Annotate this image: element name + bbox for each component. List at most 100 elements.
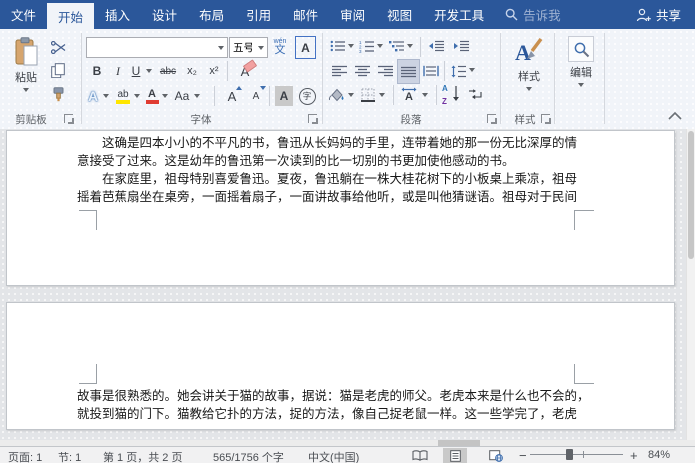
document-text-line: 摇着芭蕉扇坐在桌旁，一面摇着扇子，一面讲故事给他听，或是叫他猜谜语。祖母对于民间: [77, 190, 578, 204]
character-border-button[interactable]: A: [295, 36, 316, 59]
font-size-combo[interactable]: [229, 37, 268, 58]
font-color-button[interactable]: A: [144, 85, 160, 107]
tab-design[interactable]: 设计: [141, 0, 188, 29]
multilevel-dropdown-arrow[interactable]: [407, 44, 413, 48]
multilevel-list-button[interactable]: [388, 36, 405, 56]
styles-button[interactable]: A 样式: [506, 33, 552, 111]
bold-button[interactable]: B: [88, 61, 106, 81]
copy-button[interactable]: [48, 60, 68, 80]
show-hide-marks-button[interactable]: [466, 84, 485, 106]
status-language[interactable]: 中文(中国): [308, 449, 359, 463]
vertical-scrollbar-thumb[interactable]: [688, 131, 694, 259]
character-shading-button[interactable]: A: [275, 86, 293, 106]
phonetic-guide-button[interactable]: wén 文: [269, 34, 291, 60]
underline-button[interactable]: U: [128, 61, 144, 81]
line-spacing-button[interactable]: [450, 60, 468, 82]
tab-home[interactable]: 开始: [47, 3, 95, 29]
zoom-in-button[interactable]: +: [630, 448, 638, 463]
tell-me-box[interactable]: 告诉我: [505, 0, 561, 29]
tab-file[interactable]: 文件: [0, 0, 47, 29]
print-layout-button[interactable]: [443, 448, 467, 463]
shrink-font-button[interactable]: A: [245, 85, 267, 107]
tab-review[interactable]: 审阅: [329, 0, 376, 29]
status-page-of-pages[interactable]: 第 1 页，共 2 页: [103, 449, 182, 463]
subscript-button[interactable]: x₂: [182, 61, 202, 81]
bullets-button[interactable]: [329, 36, 346, 56]
collapse-ribbon-chevron[interactable]: [668, 112, 682, 120]
tab-developer[interactable]: 开发工具: [423, 0, 495, 29]
align-center-button[interactable]: [352, 60, 372, 82]
web-layout-button[interactable]: [489, 450, 503, 463]
cut-button[interactable]: [48, 37, 68, 57]
numbering-dropdown-arrow[interactable]: [377, 44, 383, 48]
font-color-dropdown-arrow[interactable]: [162, 94, 168, 98]
asian-layout-dropdown-arrow[interactable]: [422, 93, 428, 97]
clear-formatting-button[interactable]: A: [233, 59, 258, 82]
grow-font-button[interactable]: A: [221, 85, 243, 107]
tab-references[interactable]: 引用: [235, 0, 282, 29]
crop-mark-top-right: [574, 364, 594, 384]
tab-insert[interactable]: 插入: [94, 0, 141, 29]
zoom-slider-thumb[interactable]: [566, 449, 573, 460]
page-2[interactable]: 故事是很熟悉的。她会讲关于猫的故事，据说：猫是老虎的师父。老虎本来是什么也不会的…: [6, 302, 675, 430]
bullets-dropdown-arrow[interactable]: [348, 44, 354, 48]
asian-layout-button[interactable]: A: [399, 84, 419, 106]
borders-dropdown-arrow[interactable]: [379, 93, 385, 97]
share-label: 共享: [655, 9, 681, 23]
decrease-indent-button[interactable]: [427, 36, 446, 56]
status-page-number[interactable]: 页面: 1: [8, 449, 42, 463]
vertical-scrollbar[interactable]: [686, 129, 695, 440]
distribute-button[interactable]: [421, 60, 441, 82]
editing-button[interactable]: 编辑: [558, 33, 604, 111]
clipboard-dialog-launcher[interactable]: [64, 114, 74, 124]
font-size-input[interactable]: [230, 41, 255, 54]
font-color-glyph: A: [148, 88, 156, 100]
share-button[interactable]: 共享: [636, 0, 681, 29]
borders-button[interactable]: [359, 84, 376, 106]
text-effects-glyph: A: [87, 88, 99, 104]
text-effects-button[interactable]: A: [85, 85, 101, 107]
web-layout-icon: [489, 450, 503, 462]
numbering-button[interactable]: 123: [358, 36, 375, 56]
styles-dialog-launcher[interactable]: [541, 114, 551, 124]
zoom-out-button[interactable]: −: [519, 448, 527, 463]
clipboard-icon: [15, 37, 38, 66]
read-mode-icon: [412, 450, 428, 461]
highlight-color-button[interactable]: ab: [114, 85, 132, 107]
read-mode-button[interactable]: [412, 450, 428, 463]
strikethrough-button[interactable]: abc: [156, 61, 180, 81]
italic-button[interactable]: I: [110, 61, 126, 81]
status-section[interactable]: 节: 1: [58, 449, 81, 463]
enclose-characters-button[interactable]: 字: [297, 85, 317, 107]
zoom-percentage[interactable]: 84%: [648, 449, 670, 461]
align-right-button[interactable]: [375, 60, 395, 82]
font-name-input[interactable]: [87, 41, 215, 54]
zoom-slider-track[interactable]: [530, 454, 623, 455]
tab-view[interactable]: 视图: [376, 0, 423, 29]
increase-indent-button[interactable]: [452, 36, 471, 56]
sort-button[interactable]: A Z: [441, 84, 461, 106]
paragraph-dialog-launcher[interactable]: [487, 114, 497, 124]
text-effects-dropdown-arrow[interactable]: [103, 94, 109, 98]
shading-button[interactable]: [327, 84, 345, 106]
underline-dropdown-arrow[interactable]: [146, 69, 152, 73]
tab-mailings[interactable]: 邮件: [282, 0, 329, 29]
align-left-button[interactable]: [329, 60, 349, 82]
highlight-dropdown-arrow[interactable]: [134, 94, 140, 98]
font-size-dropdown-arrow: [258, 45, 264, 50]
change-case-dropdown-arrow[interactable]: [194, 94, 200, 98]
font-name-combo[interactable]: [86, 37, 228, 58]
justify-button[interactable]: [397, 59, 420, 84]
page-1[interactable]: 这确是四本小小的不平凡的书，鲁迅从长妈妈的手里，连带着她的那一份无比深厚的情 意…: [6, 130, 675, 286]
format-painter-button[interactable]: [48, 84, 68, 104]
font-dialog-launcher[interactable]: [308, 114, 318, 124]
shading-dropdown-arrow[interactable]: [348, 93, 354, 97]
tab-layout[interactable]: 布局: [188, 0, 235, 29]
line-spacing-dropdown-arrow[interactable]: [469, 68, 475, 72]
paste-button[interactable]: 粘贴: [7, 33, 45, 111]
tell-me-label: 告诉我: [523, 9, 561, 23]
crop-mark-bottom-right: [574, 210, 594, 230]
change-case-button[interactable]: Aa: [172, 85, 192, 107]
status-word-count[interactable]: 565/1756 个字: [213, 449, 284, 463]
superscript-button[interactable]: x²: [204, 61, 224, 81]
